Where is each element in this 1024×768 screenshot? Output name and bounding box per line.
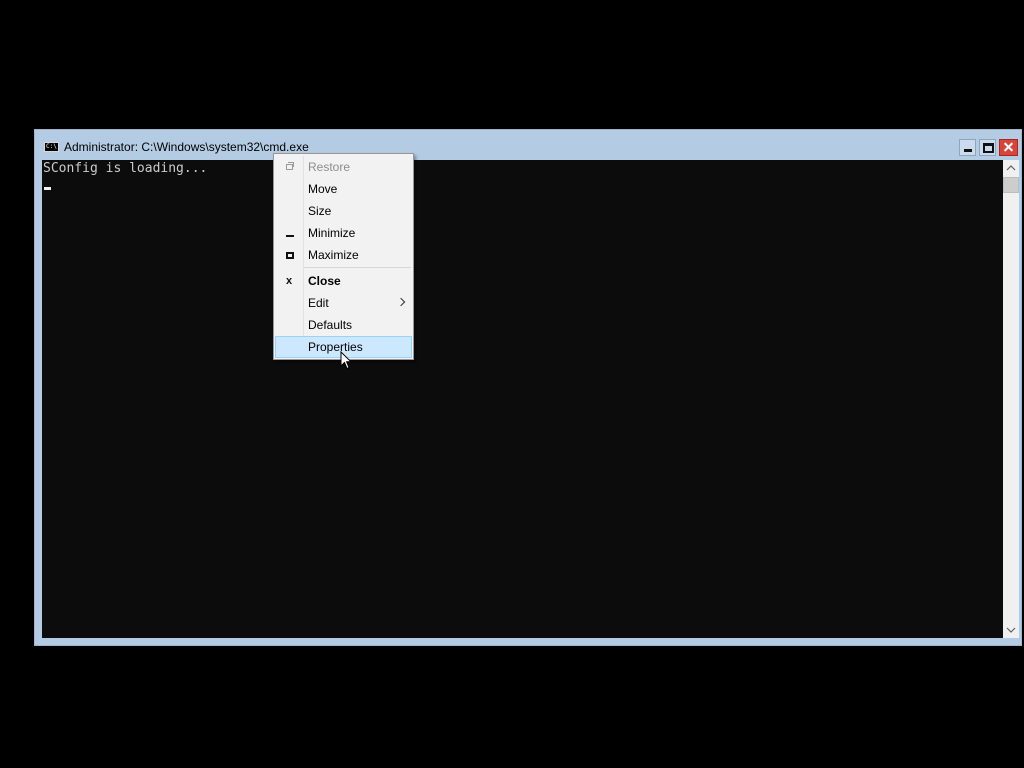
menu-item-label: Restore <box>308 160 351 174</box>
console-output[interactable]: SConfig is loading... <box>42 160 1003 638</box>
menu-separator <box>304 267 411 268</box>
title-bar[interactable]: C:\ Administrator: C:\Windows\system32\c… <box>35 130 1021 160</box>
maximize-icon <box>284 250 294 260</box>
menu-item-label: Defaults <box>308 318 353 332</box>
minimize-icon <box>284 228 294 238</box>
text-cursor <box>44 187 51 190</box>
minimize-button[interactable] <box>959 139 976 156</box>
menu-item-close[interactable]: x Close <box>275 270 412 292</box>
menu-item-label: Maximize <box>308 248 359 262</box>
close-icon: x <box>285 275 293 287</box>
menu-item-minimize[interactable]: Minimize <box>275 222 412 244</box>
menu-item-restore[interactable]: Restore <box>275 156 412 178</box>
menu-item-label: Minimize <box>308 226 356 240</box>
desktop: C:\ Administrator: C:\Windows\system32\c… <box>0 0 1024 768</box>
window-title: Administrator: C:\Windows\system32\cmd.e… <box>64 140 309 154</box>
vertical-scrollbar[interactable] <box>1003 160 1019 638</box>
scroll-thumb[interactable] <box>1003 177 1019 193</box>
menu-item-label: Close <box>308 274 341 288</box>
cmd-window: C:\ Administrator: C:\Windows\system32\c… <box>34 129 1022 646</box>
menu-item-defaults[interactable]: Defaults <box>275 314 412 336</box>
menu-item-label: Edit <box>308 296 329 310</box>
cmd-icon[interactable]: C:\ <box>44 142 59 152</box>
system-context-menu: Restore Move Size Minimize Maximize x Cl… <box>273 153 414 360</box>
menu-item-label: Properties <box>308 340 363 354</box>
menu-item-label: Move <box>308 182 338 196</box>
mouse-pointer-icon <box>340 350 353 370</box>
scroll-up-arrow-icon[interactable] <box>1003 160 1019 176</box>
scroll-down-arrow-icon[interactable] <box>1003 622 1019 638</box>
menu-item-size[interactable]: Size <box>275 200 412 222</box>
menu-item-move[interactable]: Move <box>275 178 412 200</box>
maximize-button[interactable] <box>979 139 996 156</box>
chevron-right-icon <box>396 297 406 307</box>
close-button[interactable] <box>999 139 1018 156</box>
menu-item-edit[interactable]: Edit <box>275 292 412 314</box>
menu-item-maximize[interactable]: Maximize <box>275 244 412 266</box>
menu-item-label: Size <box>308 204 332 218</box>
console-line: SConfig is loading... <box>43 161 208 176</box>
restore-icon <box>284 162 294 172</box>
